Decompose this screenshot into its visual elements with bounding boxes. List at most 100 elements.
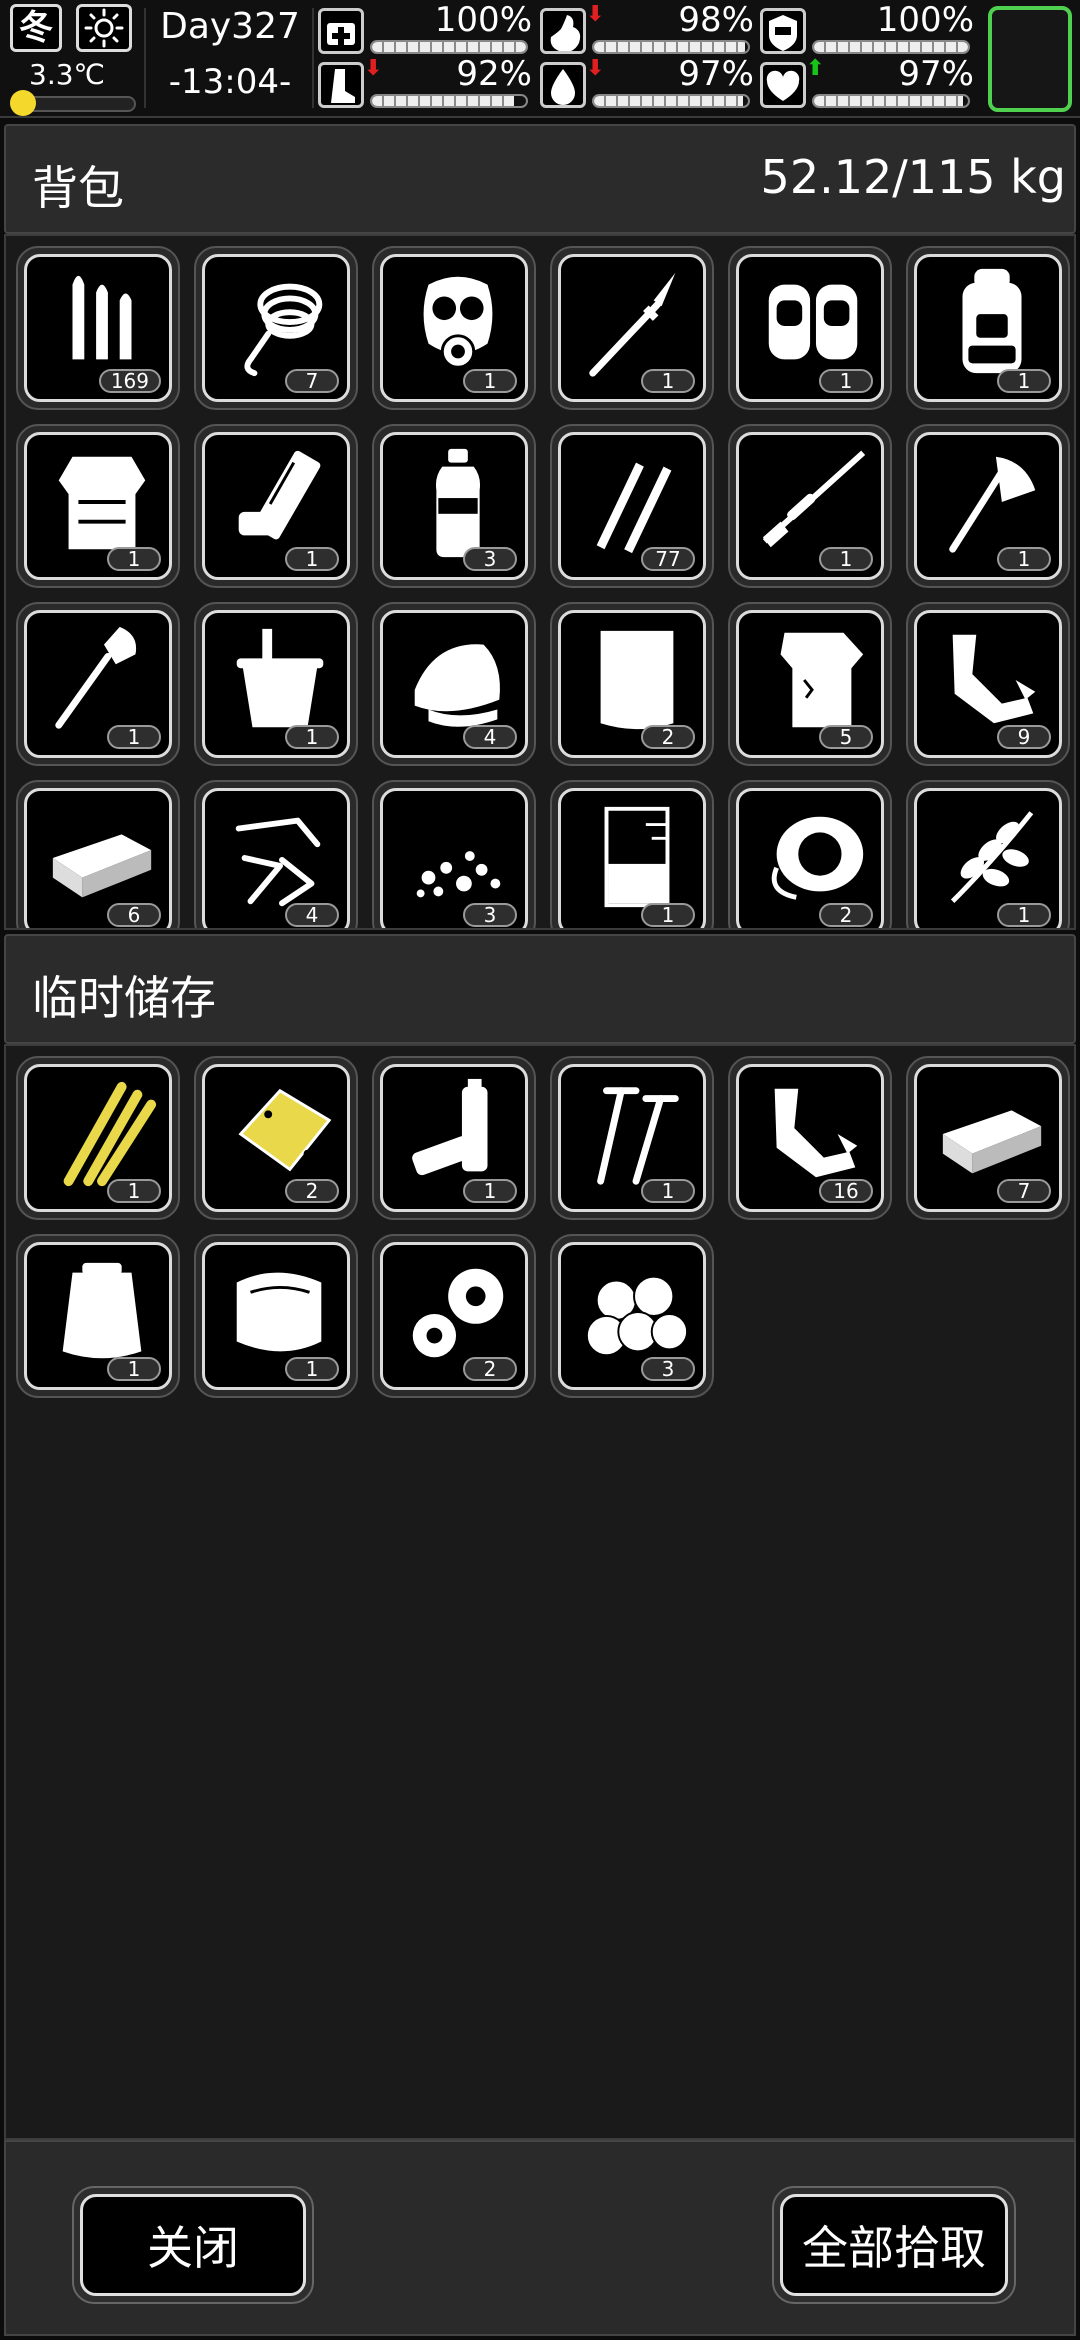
item-frame: 77 xyxy=(558,432,706,580)
item-slot[interactable]: 1 xyxy=(906,246,1070,410)
item-slot[interactable]: 7 xyxy=(194,246,358,410)
item-frame: 9 xyxy=(914,610,1062,758)
gravel-icon xyxy=(416,851,501,898)
item-slot[interactable]: 77 xyxy=(550,424,714,588)
take-all-button[interactable]: 全部拾取 xyxy=(772,2186,1016,2304)
item-slot[interactable]: 1 xyxy=(16,602,180,766)
stat-bar-fill xyxy=(594,42,745,52)
item-quantity: 1 xyxy=(285,725,339,749)
item-quantity: 7 xyxy=(997,1179,1051,1203)
item-slot[interactable]: 1 xyxy=(194,424,358,588)
item-frame: 7 xyxy=(202,254,350,402)
duct-tape-icon xyxy=(771,816,864,900)
bucket-icon xyxy=(236,628,324,728)
stat-bar xyxy=(812,40,970,54)
stat-bar-fill xyxy=(372,42,526,52)
item-slot[interactable]: 3 xyxy=(550,1234,714,1398)
item-slot[interactable]: 1 xyxy=(194,602,358,766)
equipped-item-slot[interactable] xyxy=(988,6,1072,112)
item-quantity: 2 xyxy=(285,1179,339,1203)
scrap-metal-icon xyxy=(235,817,321,907)
fabric-sheet-icon xyxy=(600,630,674,730)
item-frame: 4 xyxy=(202,788,350,928)
plastic-sheet-icon xyxy=(236,1272,322,1352)
minigun-icon xyxy=(238,450,321,540)
stat-value: 92% xyxy=(456,54,532,94)
item-slot[interactable]: 6 xyxy=(16,780,180,928)
item-slot[interactable]: 1 xyxy=(372,246,536,410)
item-slot[interactable]: 16 xyxy=(728,1056,892,1220)
item-quantity: 1 xyxy=(463,1179,517,1203)
batteries-icon xyxy=(412,1078,488,1176)
item-slot[interactable]: 1 xyxy=(906,780,1070,928)
spear-icon xyxy=(589,272,676,377)
item-quantity: 1 xyxy=(819,547,873,571)
item-slot[interactable]: 4 xyxy=(194,780,358,928)
divider xyxy=(312,8,314,108)
plastic-bag-icon xyxy=(62,1262,142,1359)
backpack-icon xyxy=(962,268,1022,374)
item-frame: 1 xyxy=(914,432,1062,580)
backpack-title: 背包 xyxy=(32,161,124,215)
footer-bar: 关闭 全部拾取 xyxy=(4,2140,1076,2336)
item-slot[interactable]: 4 xyxy=(372,602,536,766)
item-quantity: 1 xyxy=(107,725,161,749)
item-slot[interactable]: 1 xyxy=(550,1056,714,1220)
item-frame: 2 xyxy=(380,1242,528,1390)
item-frame: 3 xyxy=(380,432,528,580)
axe-icon xyxy=(949,456,1036,553)
rifle-rounds-icon xyxy=(596,462,672,554)
trend-up-icon: ⬆ xyxy=(806,56,825,81)
item-quantity: 1 xyxy=(641,1179,695,1203)
item-slot[interactable]: 1 xyxy=(728,424,892,588)
stat-bar-fill xyxy=(372,96,514,106)
item-frame: 1 xyxy=(380,1064,528,1212)
item-slot[interactable]: 1 xyxy=(16,1056,180,1220)
item-slot[interactable]: 1 xyxy=(16,424,180,588)
item-slot[interactable]: 1 xyxy=(906,424,1070,588)
item-slot[interactable]: 1 xyxy=(728,246,892,410)
item-frame: 2 xyxy=(558,610,706,758)
backpack-header: 背包 52.12/115 kg xyxy=(4,124,1076,234)
item-quantity: 1 xyxy=(997,369,1051,393)
close-button[interactable]: 关闭 xyxy=(72,2186,314,2304)
temperature-knob xyxy=(10,90,36,116)
item-quantity: 5 xyxy=(819,725,873,749)
item-quantity: 1 xyxy=(641,369,695,393)
item-frame: 7 xyxy=(914,1064,1062,1212)
item-slot[interactable]: 1 xyxy=(550,246,714,410)
item-quantity: 3 xyxy=(463,547,517,571)
game-screen: 冬 3.3℃ Day327 -13:04- 100% ⬇ 98% 100% ⬇ … xyxy=(0,0,1080,2340)
item-slot[interactable]: 3 xyxy=(372,780,536,928)
item-quantity: 1 xyxy=(285,1357,339,1381)
stat-bar xyxy=(592,94,750,108)
item-slot[interactable]: 5 xyxy=(728,602,892,766)
sun-icon xyxy=(76,4,132,52)
item-slot[interactable]: 3 xyxy=(372,424,536,588)
stat-bar xyxy=(812,94,970,108)
item-slot[interactable]: 7 xyxy=(906,1056,1070,1220)
item-slot[interactable]: 1 xyxy=(550,780,714,928)
item-frame: 1 xyxy=(558,788,706,928)
item-slot[interactable]: 1 xyxy=(16,1234,180,1398)
item-frame: 16 xyxy=(736,1064,884,1212)
item-frame: 5 xyxy=(736,610,884,758)
knee-pads-icon xyxy=(768,284,858,360)
item-quantity: 6 xyxy=(107,903,161,927)
item-slot[interactable]: 1 xyxy=(194,1234,358,1398)
item-frame: 1 xyxy=(202,432,350,580)
item-frame: 2 xyxy=(202,1064,350,1212)
item-frame: 1 xyxy=(914,254,1062,402)
divider xyxy=(144,8,146,108)
item-slot[interactable]: 2 xyxy=(194,1056,358,1220)
item-slot[interactable]: 1 xyxy=(372,1056,536,1220)
item-slot[interactable]: 169 xyxy=(16,246,180,410)
rope-icon xyxy=(244,283,323,377)
water-bottle-icon xyxy=(435,448,481,558)
stat-leg: ⬇ 92% xyxy=(318,54,538,110)
item-slot[interactable]: 2 xyxy=(550,602,714,766)
item-slot[interactable]: 9 xyxy=(906,602,1070,766)
item-slot[interactable]: 2 xyxy=(372,1234,536,1398)
item-slot[interactable]: 2 xyxy=(728,780,892,928)
item-quantity: 2 xyxy=(819,903,873,927)
